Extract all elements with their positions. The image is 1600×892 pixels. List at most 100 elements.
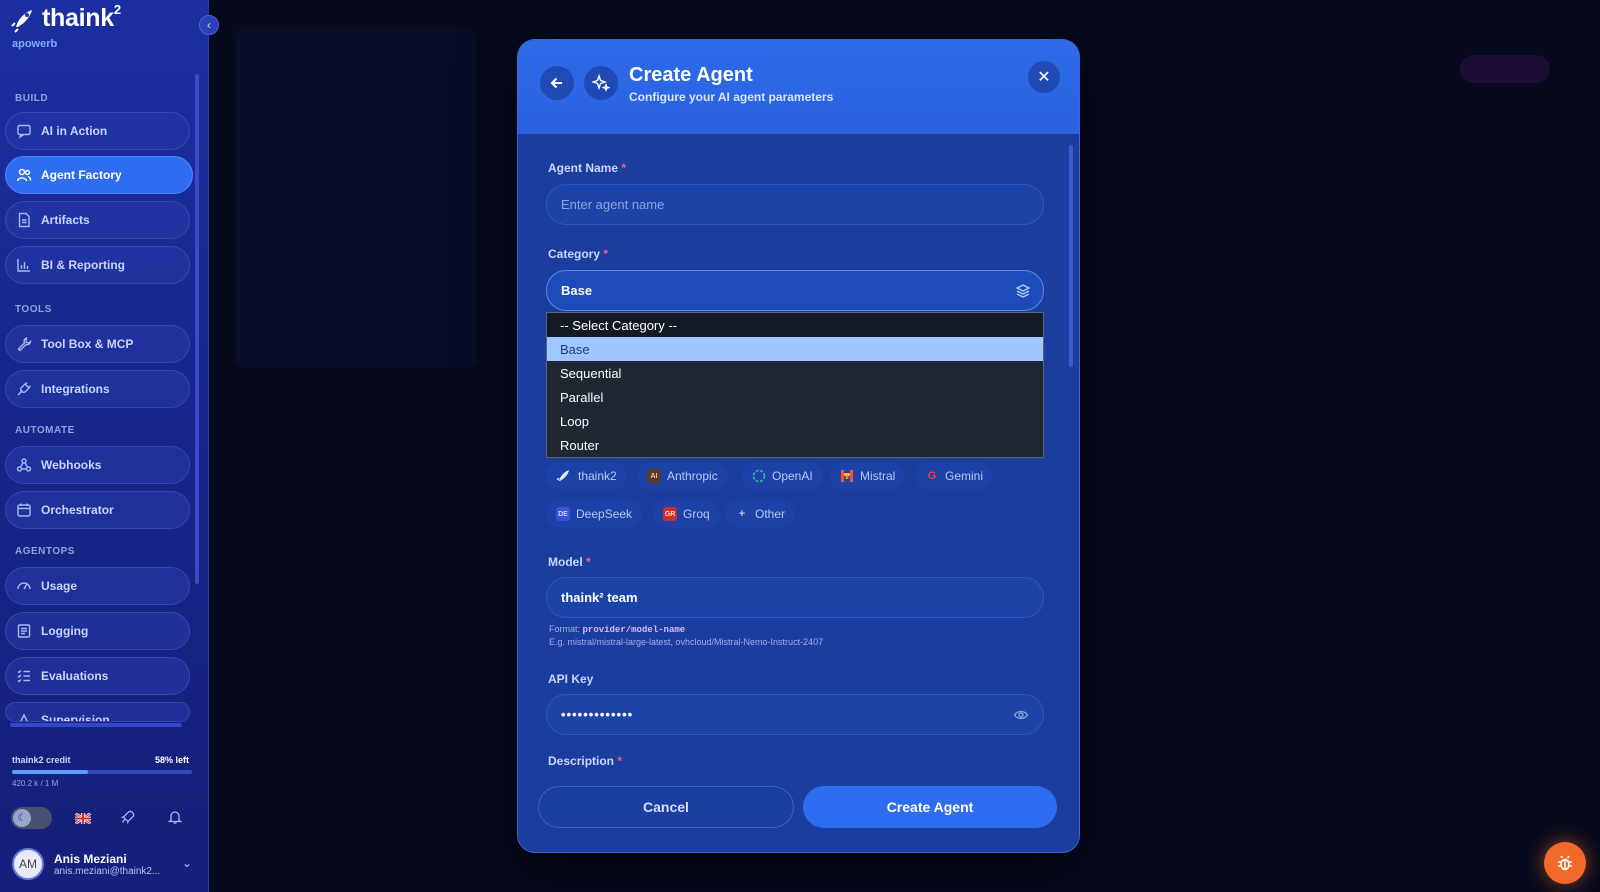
category-option-parallel[interactable]: Parallel (547, 385, 1043, 409)
modal-subtitle: Configure your AI agent parameters (629, 90, 834, 104)
eye-icon[interactable] (1013, 707, 1029, 723)
provider-chip-groq[interactable]: GR Groq (653, 500, 720, 528)
modal-title: Create Agent (629, 64, 753, 86)
sidebar-item-bi-reporting[interactable]: BI & Reporting (5, 246, 190, 284)
provider-chip-other[interactable]: + Other (725, 500, 796, 528)
section-label-agentops: AGENTOPS (15, 546, 75, 557)
api-key-value: ••••••••••••• (561, 707, 634, 722)
sidebar-item-label: Usage (41, 579, 78, 593)
close-icon: ✕ (1037, 69, 1051, 86)
user-profile[interactable]: AM Anis Meziani anis.meziani@thaink2... … (12, 848, 192, 880)
provider-chip-mistral[interactable]: Mistral (830, 462, 906, 490)
moon-icon: ☾ (13, 809, 31, 827)
sidebar-item-integrations[interactable]: Integrations (5, 370, 190, 408)
category-option-router[interactable]: Router (547, 433, 1043, 457)
sidebar-item-label: Artifacts (41, 213, 90, 227)
arrow-left-icon (550, 77, 562, 89)
category-option-loop[interactable]: Loop (547, 409, 1043, 433)
users-icon (16, 168, 32, 182)
model-example-hint: E.g. mistral/mistral-large-latest, ovhcl… (549, 637, 824, 647)
create-agent-button[interactable]: Create Agent (803, 786, 1057, 828)
chevron-down-icon[interactable]: ⌄ (182, 856, 192, 870)
deepseek-logo-icon: DE (556, 507, 570, 521)
log-icon (17, 624, 31, 638)
google-logo-icon: G (927, 470, 937, 482)
category-option-placeholder[interactable]: -- Select Category -- (547, 313, 1043, 337)
collapse-sidebar-button[interactable]: ‹ (199, 15, 219, 35)
agent-name-label: Agent Name * (548, 161, 627, 175)
user-name: Anis Meziani (54, 851, 127, 866)
api-key-label: API Key (548, 672, 594, 686)
sidebar-item-label: BI & Reporting (41, 258, 125, 272)
sidebar-item-label: Supervision (41, 713, 110, 722)
supervision-icon (20, 713, 28, 721)
theme-toggle[interactable]: ☾ (11, 807, 52, 829)
credit-usage: 420.2 k / 1 M (12, 779, 59, 788)
agent-name-input[interactable]: Enter agent name (546, 184, 1044, 225)
avatar: AM (12, 848, 44, 880)
sidebar-item-label: Orchestrator (41, 503, 114, 517)
groq-logo-icon: GR (663, 507, 677, 521)
close-button[interactable]: ✕ (1028, 61, 1060, 93)
model-format-hint: Format: provider/model-name (549, 624, 686, 635)
back-button[interactable] (540, 66, 574, 100)
category-option-sequential[interactable]: Sequential (547, 361, 1043, 385)
provider-chip-openai[interactable]: OpenAI (742, 462, 823, 490)
thaink2-logo-icon (556, 470, 569, 481)
sidebar-item-usage[interactable]: Usage (5, 567, 190, 605)
plug-icon (17, 382, 31, 396)
category-option-base[interactable]: Base (547, 337, 1043, 361)
file-icon (18, 212, 30, 228)
model-label: Model * (548, 555, 591, 569)
uk-flag-icon[interactable] (73, 808, 93, 828)
brand-name: thaink2 (42, 2, 121, 32)
bug-report-button[interactable] (1544, 842, 1586, 884)
bug-icon (1558, 855, 1572, 871)
modal-scrollbar[interactable] (1069, 145, 1073, 367)
sidebar-item-orchestrator[interactable]: Orchestrator (5, 491, 190, 529)
sparkles-badge (584, 66, 618, 100)
credit-progress-bar (12, 770, 192, 774)
mistral-logo-icon (841, 470, 853, 482)
sidebar-item-label: Integrations (41, 382, 110, 396)
webhook-icon (16, 458, 32, 472)
category-dropdown: -- Select Category -- Base Sequential Pa… (546, 312, 1044, 458)
sidebar-item-label: Evaluations (41, 669, 109, 683)
create-agent-modal: Create Agent Configure your AI agent par… (517, 39, 1080, 853)
brand[interactable]: thaink2 (10, 2, 121, 33)
provider-chip-anthropic[interactable]: AI Anthropic (637, 462, 728, 490)
provider-chip-deepseek[interactable]: DE DeepSeek (546, 500, 643, 528)
api-key-input[interactable]: ••••••••••••• (546, 694, 1044, 735)
sidebar-item-supervision[interactable]: Supervision (5, 702, 190, 722)
category-select[interactable]: Base (546, 270, 1044, 311)
sidebar-item-logging[interactable]: Logging (5, 612, 190, 650)
sidebar-item-agent-factory[interactable]: Agent Factory (5, 156, 193, 194)
sidebar-item-label: Agent Factory (41, 168, 122, 182)
sidebar-item-label: Logging (41, 624, 89, 638)
modal-header: Create Agent Configure your AI agent par… (518, 40, 1079, 134)
plus-icon: + (738, 508, 746, 520)
layers-icon (1015, 284, 1031, 298)
sidebar-scrollbar[interactable] (195, 74, 199, 584)
sidebar-item-artifacts[interactable]: Artifacts (5, 201, 190, 239)
bar-chart-icon (17, 259, 30, 272)
sidebar-horizontal-scrollbar[interactable] (10, 723, 182, 727)
sidebar-bottom-toolbar: ☾ (11, 807, 52, 829)
description-label: Description * (548, 754, 623, 768)
sidebar-item-ai-in-action[interactable]: AI in Action (5, 112, 190, 150)
user-email: anis.meziani@thaink2... (54, 865, 161, 877)
rocket-icon[interactable] (118, 807, 138, 827)
bell-icon[interactable] (165, 807, 185, 827)
chevron-left-icon: ‹ (207, 18, 211, 32)
provider-chip-thaink2[interactable]: thaink2 (546, 462, 627, 490)
model-input[interactable]: thaink² team (546, 577, 1044, 618)
sidebar-item-webhooks[interactable]: Webhooks (5, 446, 190, 484)
cancel-button[interactable]: Cancel (538, 786, 794, 828)
sidebar-item-tool-box-mcp[interactable]: Tool Box & MCP (5, 325, 190, 363)
credit-label: thaink2 credit (12, 755, 71, 765)
section-label-build: BUILD (15, 93, 49, 104)
sidebar-item-label: Tool Box & MCP (41, 337, 134, 351)
sparkles-icon (592, 74, 610, 92)
provider-chip-gemini[interactable]: G Gemini (915, 462, 994, 490)
sidebar-item-evaluations[interactable]: Evaluations (5, 657, 190, 695)
